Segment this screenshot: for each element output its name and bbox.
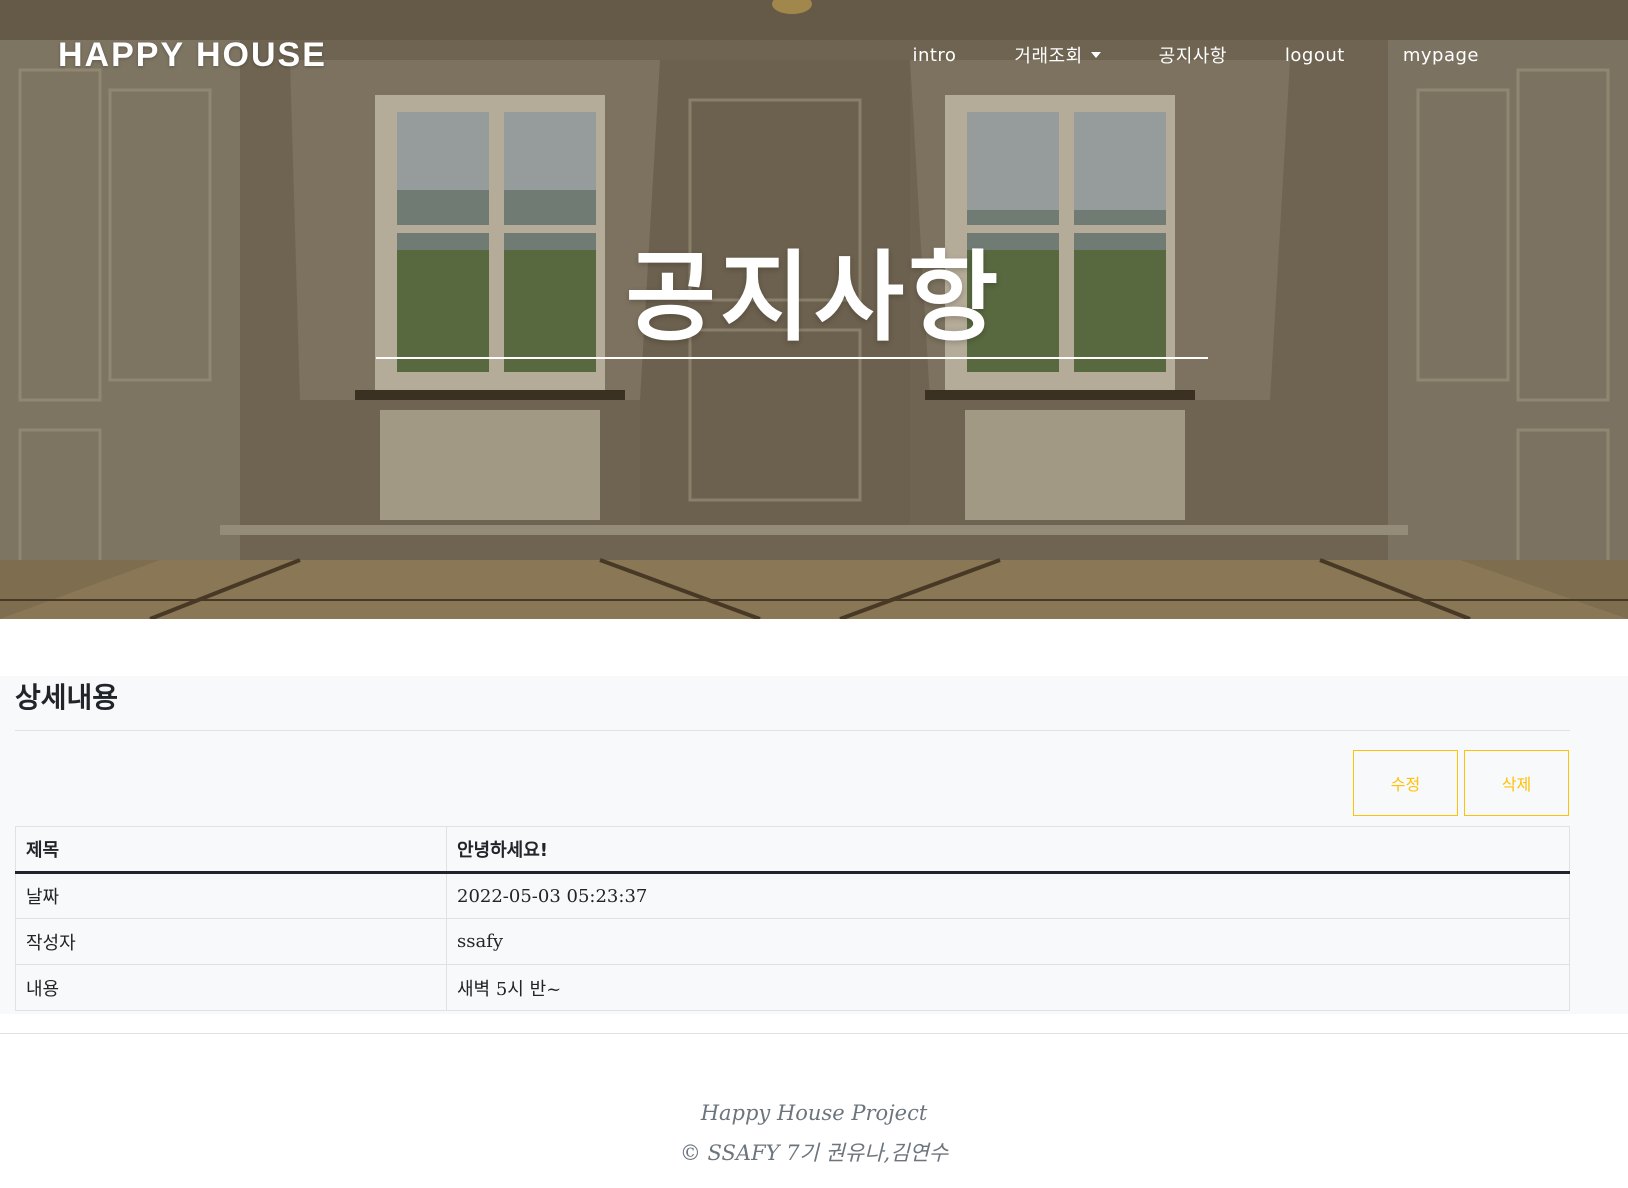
nav-item-notice[interactable]: 공지사항 xyxy=(1130,42,1256,68)
footer-project-name: Happy House Project xyxy=(700,1101,928,1125)
page-title: 공지사항 xyxy=(625,241,1003,355)
edit-button[interactable]: 수정 xyxy=(1353,750,1458,816)
footer-copyright: © SSAFY 7기 권유나,김연수 xyxy=(679,1141,949,1165)
detail-section: 상세내용 수정 삭제 제목 안녕하세요! 날짜 2022-05-03 05:23… xyxy=(0,676,1628,1014)
table-row: 내용 새벽 5시 반~ xyxy=(15,964,1570,1011)
nav-item-deal-search-dropdown[interactable]: 거래조회 xyxy=(985,42,1129,68)
table-cell-value: ssafy xyxy=(446,918,1570,965)
table-cell-value: 새벽 5시 반~ xyxy=(446,964,1570,1011)
footer: Happy House Project © SSAFY 7기 권유나,김연수 xyxy=(0,1093,1628,1173)
section-divider xyxy=(15,730,1570,731)
nav-item-logout[interactable]: logout xyxy=(1256,45,1374,66)
table-row: 날짜 2022-05-03 05:23:37 xyxy=(15,872,1570,919)
brand-logo[interactable]: HAPPY HOUSE xyxy=(58,36,327,75)
nav-item-label: logout xyxy=(1284,44,1345,66)
table-cell-key: 내용 xyxy=(15,964,447,1011)
table-header-row: 제목 안녕하세요! xyxy=(15,826,1570,874)
hero-banner: HAPPY HOUSE intro 거래조회 공지사항 logout mypag… xyxy=(0,0,1628,619)
nav-item-label: intro xyxy=(912,44,957,66)
nav-item-mypage[interactable]: mypage xyxy=(1374,45,1508,66)
table-row: 작성자 ssafy xyxy=(15,918,1570,965)
table-header-value: 안녕하세요! xyxy=(446,826,1570,874)
footer-divider xyxy=(0,1033,1628,1034)
table-cell-value: 2022-05-03 05:23:37 xyxy=(446,872,1570,919)
section-title: 상세내용 xyxy=(15,681,119,714)
nav-item-label: mypage xyxy=(1402,44,1479,66)
nav-item-intro[interactable]: intro xyxy=(883,45,985,66)
title-divider xyxy=(376,357,1208,359)
delete-button[interactable]: 삭제 xyxy=(1464,750,1569,816)
nav-item-label: 거래조회 xyxy=(1014,46,1083,67)
table-header-key: 제목 xyxy=(15,826,447,874)
detail-table: 제목 안녕하세요! 날짜 2022-05-03 05:23:37 작성자 ssa… xyxy=(15,826,1570,1011)
caret-down-icon xyxy=(1090,52,1101,58)
table-cell-key: 작성자 xyxy=(15,918,447,965)
main-nav: intro 거래조회 공지사항 logout mypage xyxy=(883,42,1508,68)
table-cell-key: 날짜 xyxy=(15,872,447,919)
nav-item-label: 공지사항 xyxy=(1158,46,1227,67)
